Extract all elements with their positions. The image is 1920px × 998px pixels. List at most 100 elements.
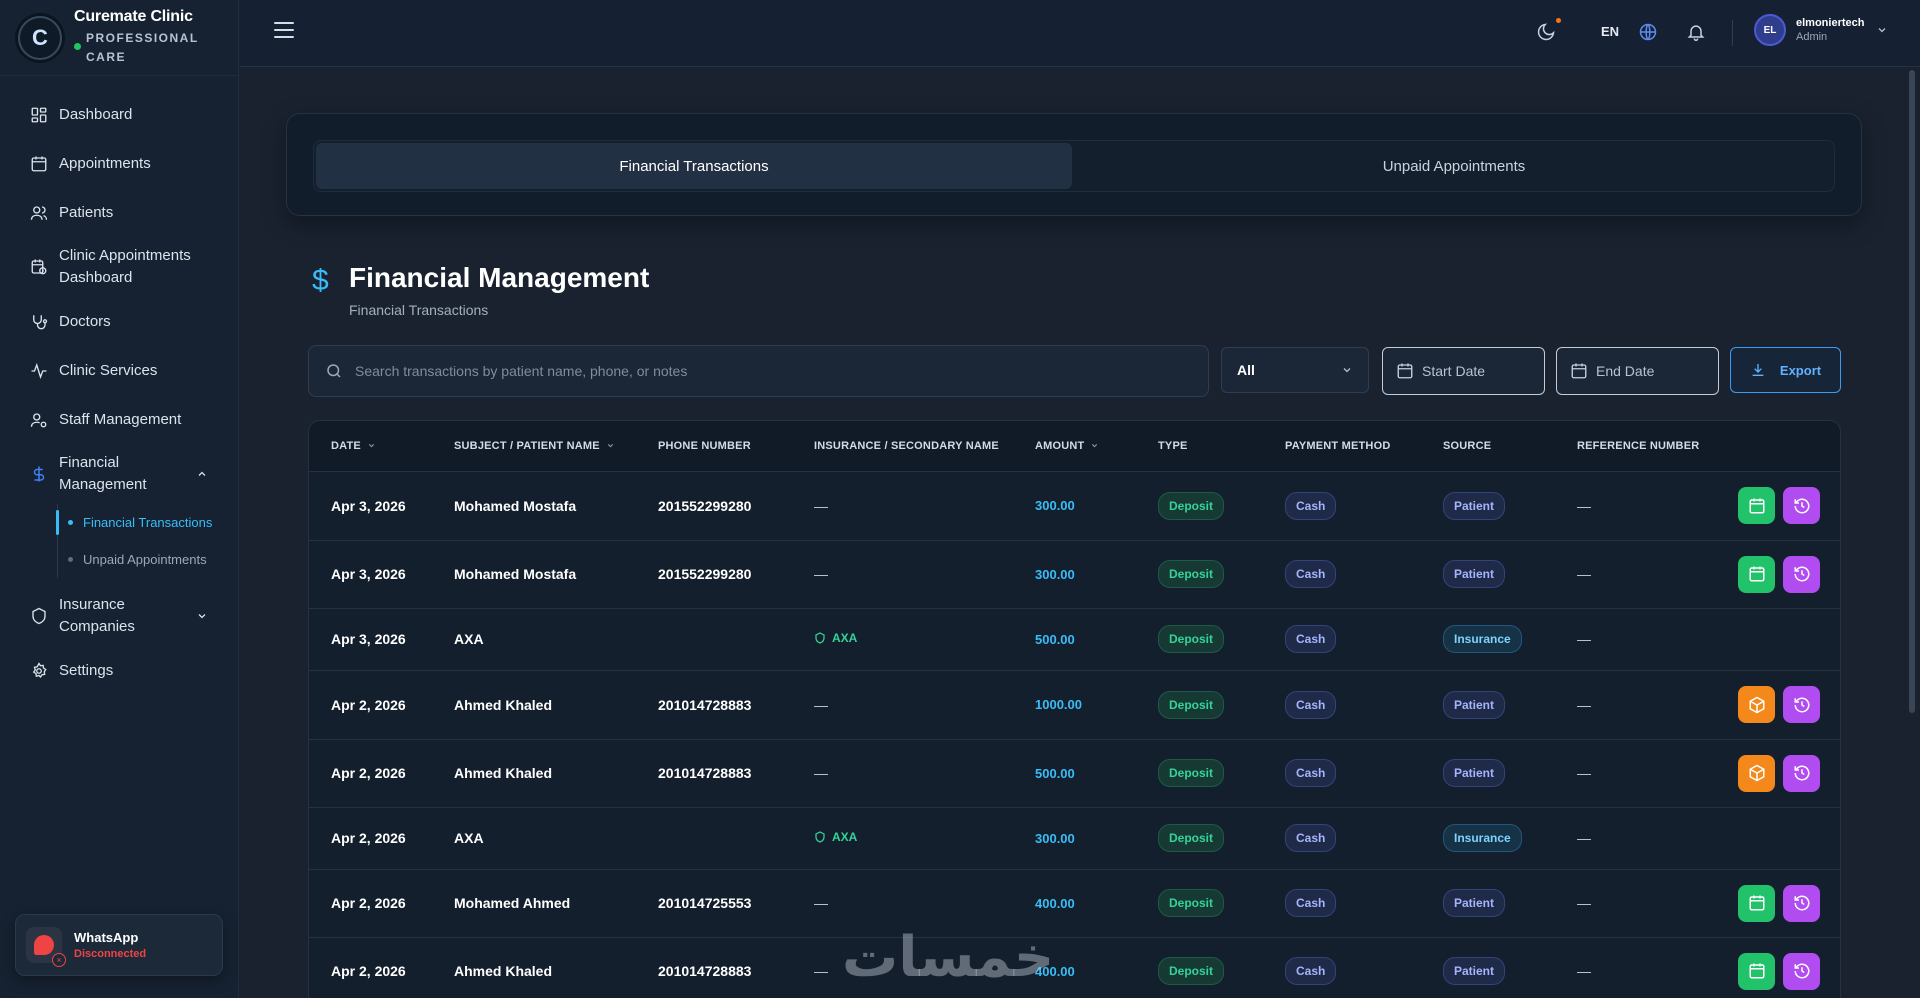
sidebar-item-clinic-appointments-dashboard[interactable]: Clinic Appointments Dashboard: [0, 237, 238, 297]
payment-method-cell: Cash: [1263, 471, 1421, 540]
reference-cell: —: [1577, 895, 1591, 911]
table-row[interactable]: Apr 3, 2026 Mohamed Mostafa 201552299280…: [309, 471, 1840, 540]
sidebar-item-appointments[interactable]: Appointments: [0, 139, 238, 188]
calendar-action-button[interactable]: [1738, 884, 1775, 922]
insurance-name: AXA: [832, 631, 858, 645]
export-button[interactable]: Export: [1730, 347, 1841, 393]
history-action-button[interactable]: [1783, 754, 1820, 792]
table-row[interactable]: Apr 2, 2026 Ahmed Khaled 201014728883 — …: [309, 937, 1840, 998]
date-cell: Apr 2, 2026: [331, 765, 406, 781]
column-header-amount[interactable]: AMOUNT: [1013, 421, 1136, 472]
search-input[interactable]: [355, 363, 1208, 379]
type-filter-select[interactable]: All: [1221, 347, 1369, 393]
online-status-dot: [74, 43, 81, 50]
type-filter-value: All: [1237, 362, 1255, 378]
sidebar-subitem-unpaid-appointments[interactable]: Unpaid Appointments: [58, 541, 238, 578]
phone-cell: 201552299280: [658, 497, 752, 514]
whatsapp-status-card[interactable]: × WhatsApp Disconnected: [15, 914, 223, 976]
globe-icon[interactable]: [1638, 22, 1658, 42]
phone-cell: [636, 807, 792, 869]
sidebar-item-clinic-services[interactable]: Clinic Services: [0, 346, 238, 395]
source-badge: Insurance: [1443, 625, 1522, 653]
table-row[interactable]: Apr 2, 2026 Ahmed Khaled 201014728883 — …: [309, 670, 1840, 739]
whatsapp-status: Disconnected: [74, 948, 147, 960]
chevron-up-icon[interactable]: [196, 468, 208, 480]
phone-cell: 201014728883: [658, 963, 752, 979]
table-row[interactable]: Apr 3, 2026 Mohamed Mostafa 201552299280…: [309, 540, 1840, 608]
column-header-subject[interactable]: SUBJECT / PATIENT NAME: [432, 421, 636, 472]
package-icon: [1749, 764, 1764, 782]
financial-subnav: Financial Transactions Unpaid Appointmen…: [56, 504, 238, 578]
user-role: Admin: [1796, 31, 1828, 43]
table-row[interactable]: Apr 2, 2026 Mohamed Ahmed 201014725553 —…: [309, 869, 1840, 937]
package-action-button[interactable]: [1738, 686, 1775, 723]
tab-financial-transactions[interactable]: Financial Transactions: [316, 143, 1072, 189]
watermark-logo: خمسات: [842, 925, 1055, 990]
bell-icon[interactable]: [1686, 22, 1706, 42]
sidebar-item-dashboard[interactable]: Dashboard: [0, 90, 238, 139]
start-date-field[interactable]: Start Date: [1382, 347, 1545, 395]
reference-cell: —: [1577, 963, 1591, 979]
package-action-button[interactable]: [1738, 754, 1775, 792]
history-action-button[interactable]: [1783, 555, 1820, 593]
history-action-button[interactable]: [1783, 884, 1820, 922]
calendar-icon: [1397, 363, 1413, 379]
search-box[interactable]: [308, 345, 1209, 397]
activity-icon: [31, 362, 47, 379]
column-header-date[interactable]: DATE: [309, 421, 432, 472]
language-selector[interactable]: EN: [1601, 24, 1619, 39]
table-row[interactable]: Apr 2, 2026 Ahmed Khaled 201014728883 — …: [309, 739, 1840, 807]
whatsapp-icon: ×: [26, 927, 66, 967]
sidebar-item-label: Appointments: [59, 154, 151, 172]
reference-cell: —: [1577, 765, 1591, 781]
page-title: Financial Management: [349, 262, 650, 293]
sidebar-item-settings[interactable]: Settings: [0, 646, 238, 695]
calendar-action-button[interactable]: [1738, 555, 1775, 593]
actions-cell: [1695, 608, 1840, 670]
sidebar-subitem-financial-transactions[interactable]: Financial Transactions: [56, 504, 238, 541]
sidebar-item-financial-management[interactable]: Financial Management: [0, 444, 238, 504]
sidebar-item-label: Patients: [59, 203, 114, 221]
source-badge: Insurance: [1443, 824, 1522, 852]
calendar-action-button[interactable]: [1738, 952, 1775, 990]
payment-method-cell: Cash: [1263, 807, 1421, 869]
calendar-action-button[interactable]: [1738, 487, 1775, 524]
avatar: EL: [1754, 14, 1786, 46]
actions-cell: [1695, 471, 1840, 540]
table-row[interactable]: Apr 2, 2026 AXA AXA 300.00 Deposit Cash …: [309, 807, 1840, 869]
end-date-field[interactable]: End Date: [1556, 347, 1719, 395]
dollar-icon: $: [312, 264, 329, 297]
sidebar-item-patients[interactable]: Patients: [0, 188, 238, 237]
tab-unpaid-appointments[interactable]: Unpaid Appointments: [1076, 143, 1832, 189]
chevron-down-icon[interactable]: [196, 610, 208, 622]
column-header-type: TYPE: [1136, 421, 1263, 472]
history-icon: [1794, 566, 1809, 582]
sidebar-item-label: Settings: [59, 661, 114, 679]
history-action-button[interactable]: [1783, 686, 1820, 723]
amount-cell: 300.00: [1035, 566, 1075, 582]
sidebar-item-doctors[interactable]: Doctors: [0, 297, 238, 346]
type-badge: Deposit: [1158, 690, 1225, 719]
patient-name-cell: AXA: [454, 631, 484, 647]
amount-cell: 300.00: [1035, 830, 1075, 846]
phone-cell: 201014725553: [658, 895, 752, 911]
patient-name-cell: Mohamed Mostafa: [454, 497, 577, 514]
gear-icon: [32, 661, 47, 678]
shield-icon: [815, 632, 825, 644]
sidebar-item-staff-management[interactable]: Staff Management: [0, 395, 238, 444]
phone-cell: 201014728883: [658, 765, 752, 781]
type-badge: Deposit: [1158, 625, 1225, 653]
brand[interactable]: C Curemate Clinic PROFESSIONAL CARE: [0, 0, 238, 76]
table-row[interactable]: Apr 3, 2026 AXA AXA 500.00 Deposit Cash …: [309, 608, 1840, 670]
user-menu[interactable]: EL elmoniertech Admin: [1754, 14, 1888, 46]
sidebar-item-insurance-companies[interactable]: Insurance Companies: [0, 586, 238, 646]
history-action-button[interactable]: [1783, 952, 1820, 990]
sidebar-item-label: Dashboard: [59, 105, 133, 123]
menu-toggle-icon[interactable]: [274, 22, 294, 40]
source-badge: Patient: [1443, 491, 1506, 520]
page-scrollbar[interactable]: [1909, 70, 1915, 713]
source-cell: Patient: [1421, 540, 1555, 608]
history-action-button[interactable]: [1783, 487, 1820, 524]
date-cell: Apr 3, 2026: [331, 631, 406, 647]
moon-icon[interactable]: [1536, 22, 1556, 42]
